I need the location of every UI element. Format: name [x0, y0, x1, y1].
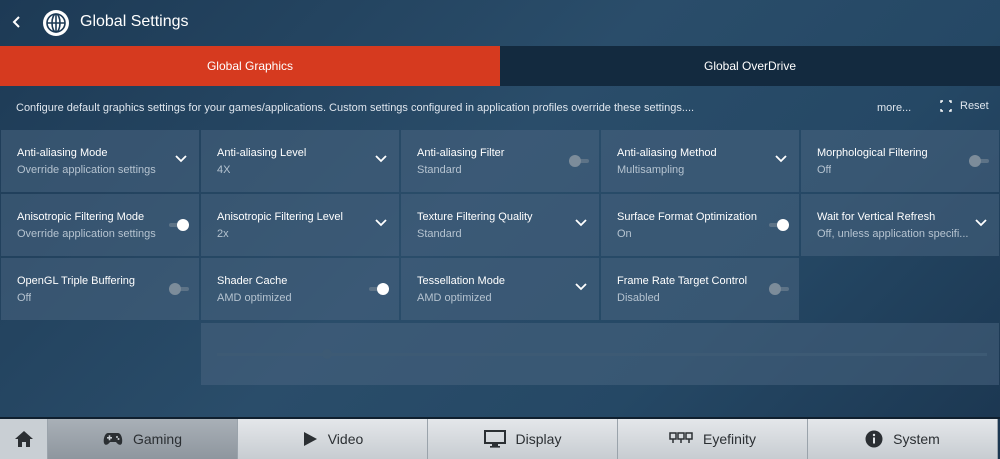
reset-icon	[940, 100, 952, 112]
toggle-knob	[777, 219, 789, 231]
setting-label: Anti-aliasing Filter	[417, 147, 505, 159]
setting-cell[interactable]: Tessellation Mode AMD optimized	[401, 258, 599, 320]
frame-rate-slider-area	[201, 323, 999, 385]
nav-video[interactable]: Video	[238, 419, 428, 459]
setting-value: Override application settings	[17, 164, 156, 176]
setting-cell[interactable]: Frame Rate Target Control Disabled	[601, 258, 799, 320]
setting-value: Disabled	[617, 292, 660, 304]
setting-value: Standard	[417, 164, 462, 176]
setting-cell[interactable]: Surface Format Optimization On	[601, 194, 799, 256]
setting-label: Morphological Filtering	[817, 147, 928, 159]
frame-rate-slider-handle[interactable]	[322, 349, 332, 359]
multi-display-icon	[669, 432, 693, 443]
setting-value: AMD optimized	[417, 292, 492, 304]
toggle-knob	[377, 283, 389, 295]
more-link[interactable]: more...	[877, 102, 911, 114]
chevron-down-icon[interactable]	[175, 155, 187, 163]
setting-value: Standard	[417, 228, 462, 240]
nav-gaming[interactable]: Gaming	[48, 419, 238, 459]
tab-global-graphics[interactable]: Global Graphics	[0, 46, 500, 86]
back-arrow-icon[interactable]	[8, 12, 26, 32]
setting-cell[interactable]: Anti-aliasing Filter Standard	[401, 130, 599, 192]
setting-cell[interactable]: Anti-aliasing Method Multisampling	[601, 130, 799, 192]
toggle-knob	[569, 155, 581, 167]
header: Global Settings	[0, 0, 1000, 46]
reset-button[interactable]: Reset	[940, 100, 989, 112]
setting-value: AMD optimized	[217, 292, 292, 304]
setting-value: 4X	[217, 164, 231, 176]
tab-global-overdrive[interactable]: Global OverDrive	[500, 46, 1000, 86]
gamepad-icon	[103, 433, 123, 445]
setting-cell[interactable]: Wait for Vertical Refresh Off, unless app…	[801, 194, 999, 256]
page-title: Global Settings	[80, 13, 189, 30]
reset-label: Reset	[960, 100, 989, 112]
setting-label: Anti-aliasing Mode	[17, 147, 108, 159]
info-icon	[865, 430, 883, 448]
nav-eyefinity-label: Eyefinity	[703, 431, 756, 447]
setting-cell[interactable]: Shader Cache AMD optimized	[201, 258, 399, 320]
setting-cell[interactable]: Anti-aliasing Mode Override application s…	[1, 130, 199, 192]
home-icon	[14, 431, 33, 447]
setting-cell[interactable]: Anti-aliasing Level 4X	[201, 130, 399, 192]
setting-toggle[interactable]	[769, 219, 789, 231]
setting-label: OpenGL Triple Buffering	[17, 275, 136, 287]
setting-toggle[interactable]	[569, 155, 589, 167]
globe-icon	[43, 10, 69, 36]
chevron-down-icon[interactable]	[775, 155, 787, 163]
setting-label: Shader Cache	[217, 275, 288, 287]
setting-label: Frame Rate Target Control	[617, 275, 748, 287]
setting-value: On	[617, 228, 632, 240]
tab-bar: Global Graphics Global OverDrive	[0, 46, 1000, 86]
setting-cell[interactable]: Texture Filtering Quality Standard	[401, 194, 599, 256]
setting-label: Anti-aliasing Level	[217, 147, 307, 159]
description-row: Configure default graphics settings for …	[0, 96, 1000, 120]
setting-toggle[interactable]	[369, 283, 389, 295]
toggle-knob	[177, 219, 189, 231]
setting-label: Anisotropic Filtering Level	[217, 211, 343, 223]
setting-label: Anti-aliasing Method	[617, 147, 717, 159]
setting-label: Tessellation Mode	[417, 275, 506, 287]
monitor-icon	[483, 430, 506, 448]
nav-gaming-label: Gaming	[132, 431, 183, 447]
nav-display[interactable]: Display	[428, 419, 618, 459]
chevron-down-icon[interactable]	[375, 219, 387, 227]
setting-value: Off	[817, 164, 832, 176]
nav-system-label: System	[893, 431, 940, 447]
frame-rate-slider-track[interactable]	[217, 353, 987, 356]
toggle-knob	[769, 283, 781, 295]
setting-cell[interactable]: Morphological Filtering Off	[801, 130, 999, 192]
setting-value: Off	[17, 292, 32, 304]
chevron-down-icon[interactable]	[575, 283, 587, 291]
setting-value: Multisampling	[617, 164, 685, 176]
toggle-knob	[969, 155, 981, 167]
nav-system[interactable]: System	[808, 419, 998, 459]
description-text: Configure default graphics settings for …	[16, 102, 695, 114]
setting-toggle[interactable]	[769, 283, 789, 295]
chevron-down-icon[interactable]	[975, 219, 987, 227]
nav-eyefinity[interactable]: Eyefinity	[618, 419, 808, 459]
toggle-knob	[169, 283, 181, 295]
play-icon	[303, 432, 317, 446]
setting-value: Off, unless application specifi...	[817, 228, 969, 240]
setting-label: Texture Filtering Quality	[417, 211, 533, 223]
setting-cell[interactable]: Anisotropic Filtering Mode Override appli…	[1, 194, 199, 256]
bottom-nav-bar: Gaming Video Display Eyefinity System	[0, 417, 1000, 459]
setting-label: Wait for Vertical Refresh	[817, 211, 936, 223]
setting-cell[interactable]: OpenGL Triple Buffering Off	[1, 258, 199, 320]
setting-toggle[interactable]	[169, 283, 189, 295]
setting-label: Surface Format Optimization	[617, 211, 757, 223]
nav-display-label: Display	[515, 431, 562, 447]
setting-toggle[interactable]	[969, 155, 989, 167]
setting-label: Anisotropic Filtering Mode	[17, 211, 145, 223]
setting-value: 2x	[217, 228, 229, 240]
setting-value: Override application settings	[17, 228, 156, 240]
setting-cell[interactable]: Anisotropic Filtering Level 2x	[201, 194, 399, 256]
setting-toggle[interactable]	[169, 219, 189, 231]
nav-video-label: Video	[327, 431, 364, 447]
chevron-down-icon[interactable]	[575, 219, 587, 227]
chevron-down-icon[interactable]	[375, 155, 387, 163]
home-button[interactable]	[0, 419, 48, 459]
